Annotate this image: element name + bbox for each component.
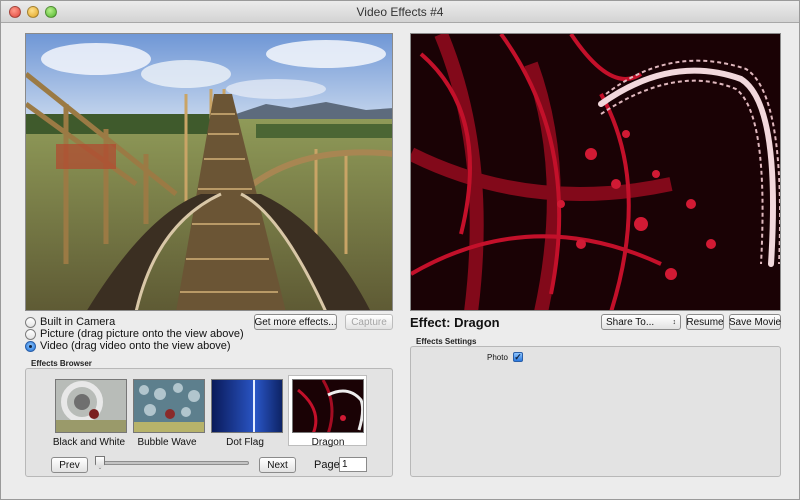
effect-thumb-black-and-white[interactable]: [55, 379, 127, 433]
dot-flag-preview: [212, 380, 282, 432]
source-option-video[interactable]: Video (drag video onto the view above): [25, 339, 231, 353]
capture-button[interactable]: Capture: [345, 314, 393, 330]
photo-option-label: Photo: [487, 353, 508, 362]
effect-output-view[interactable]: [410, 33, 781, 311]
effect-title-prefix: Effect:: [410, 315, 451, 330]
effects-settings-panel: [410, 346, 781, 477]
effect-thumb-dot-flag[interactable]: [211, 379, 283, 433]
effect-title: Effect: Dragon: [410, 315, 500, 330]
effect-label-black-and-white: Black and White: [52, 437, 126, 448]
popup-arrows-icon: ↕: [672, 318, 677, 326]
page-number-input[interactable]: 1: [339, 457, 367, 472]
effects-settings-title: Effects Settings: [416, 337, 477, 346]
photo-checkbox[interactable]: ✓: [513, 352, 523, 362]
save-movie-button[interactable]: Save Movie: [729, 314, 781, 330]
window-title: Video Effects #4: [356, 5, 444, 19]
black-and-white-preview: [56, 380, 126, 432]
effect-name: Dragon: [454, 315, 500, 330]
resume-button[interactable]: Resume: [686, 314, 724, 330]
next-page-button[interactable]: Next: [259, 457, 296, 473]
effect-label-bubble-wave: Bubble Wave: [137, 437, 197, 448]
bubble-wave-preview: [134, 380, 204, 432]
app-window: Video Effects #4 Built in Camera Picture…: [0, 0, 800, 500]
effect-label-dragon: Dragon: [311, 437, 345, 448]
radio-video[interactable]: [25, 340, 36, 352]
effects-browser-title: Effects Browser: [31, 359, 92, 368]
share-to-label: Share To...: [606, 316, 655, 328]
prev-page-button[interactable]: Prev: [51, 457, 88, 473]
effects-slider-track[interactable]: [97, 461, 249, 465]
effect-thumb-bubble-wave[interactable]: [133, 379, 205, 433]
dragon-effect-frame: [411, 34, 780, 310]
dragon-preview: [293, 380, 363, 432]
source-video-view[interactable]: [25, 33, 393, 311]
effect-label-dot-flag: Dot Flag: [226, 437, 264, 448]
effect-thumb-dragon[interactable]: [292, 379, 364, 433]
radio-picture[interactable]: [25, 328, 36, 340]
radio-camera[interactable]: [25, 316, 36, 328]
radio-video-label: Video (drag video onto the view above): [40, 340, 231, 352]
get-more-effects-button[interactable]: Get more effects...: [254, 314, 337, 330]
roller-coaster-video-frame: [26, 34, 392, 310]
title-bar[interactable]: Video Effects #4: [1, 1, 799, 23]
share-to-popup[interactable]: Share To... ↕: [601, 314, 681, 330]
